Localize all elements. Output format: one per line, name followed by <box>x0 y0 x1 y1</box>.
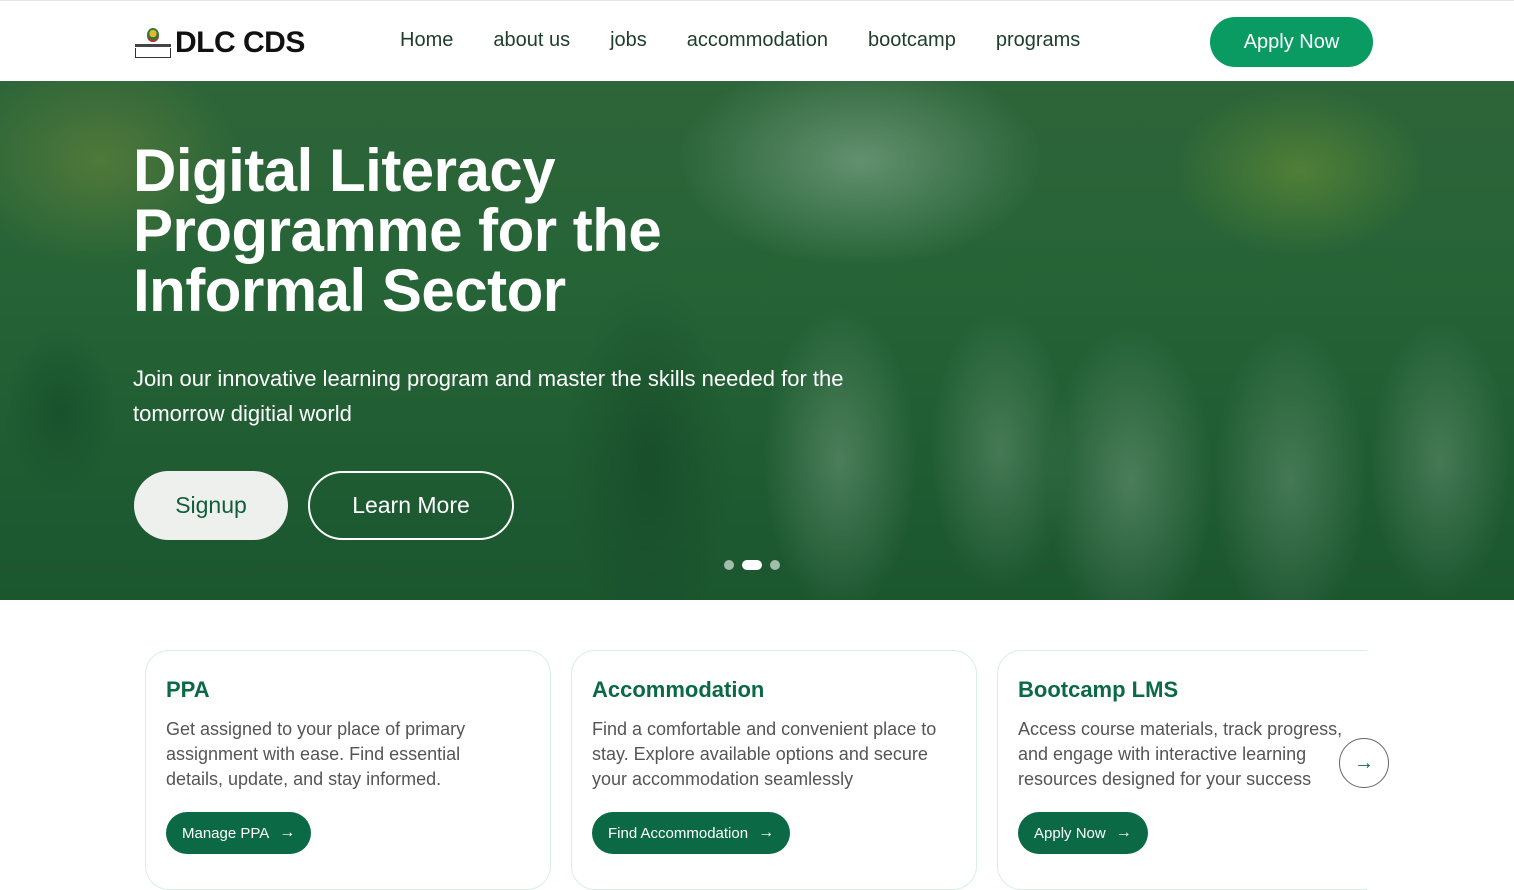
logo-emblem-icon <box>133 26 173 60</box>
card-accommodation: Accommodation Find a comfortable and con… <box>571 650 977 890</box>
button-label: Apply Now <box>1034 824 1106 842</box>
nav-link-accommodation[interactable]: accommodation <box>687 29 828 52</box>
nav-link-programs[interactable]: programs <box>996 29 1080 52</box>
card-title: Accommodation <box>592 677 765 702</box>
find-accommodation-button[interactable]: Find Accommodation → <box>592 812 791 854</box>
card-text: Access course materials, track progress,… <box>1018 719 1343 789</box>
signup-button[interactable]: Signup <box>134 471 288 540</box>
carousel-dots <box>724 560 780 570</box>
card-bootcamp-lms: Bootcamp LMS Access course materials, tr… <box>997 650 1367 890</box>
carousel-dot-3[interactable] <box>770 560 780 570</box>
arrow-right-icon: → <box>758 824 775 841</box>
top-nav: DLC CDS Home about us jobs accommodation… <box>0 0 1514 81</box>
carousel-next-button[interactable]: → <box>1339 738 1389 788</box>
apply-now-button[interactable]: Apply Now <box>1210 17 1373 67</box>
brand-name: DLC CDS <box>175 26 305 59</box>
nav-link-home[interactable]: Home <box>400 29 453 52</box>
button-label: Find Accommodation <box>608 824 749 842</box>
nav-link-jobs[interactable]: jobs <box>610 29 647 52</box>
hero-subtitle: Join our innovative learning program and… <box>133 366 844 426</box>
arrow-right-icon: → <box>279 824 296 841</box>
arrow-right-icon: → <box>1115 824 1132 841</box>
card-ppa: PPA Get assigned to your place of primar… <box>145 650 551 890</box>
card-title: Bootcamp LMS <box>1018 677 1179 702</box>
next-arrow-icon: → <box>1354 751 1374 774</box>
bootcamp-apply-now-button[interactable]: Apply Now → <box>1018 812 1148 854</box>
hero-banner: Digital Literacy Programme for the Infor… <box>0 81 1514 600</box>
hero-title: Digital Literacy Programme for the Infor… <box>133 137 662 324</box>
manage-ppa-button[interactable]: Manage PPA → <box>166 812 312 854</box>
nav-links: Home about us jobs accommodation bootcam… <box>400 29 1120 52</box>
logo[interactable]: DLC CDS <box>133 23 305 63</box>
card-text: Find a comfortable and convenient place … <box>592 719 937 789</box>
nav-link-about-us[interactable]: about us <box>493 29 570 52</box>
button-label: Manage PPA <box>182 824 270 842</box>
learn-more-button[interactable]: Learn More <box>308 471 514 540</box>
nav-link-bootcamp[interactable]: bootcamp <box>868 29 956 52</box>
carousel-dot-2[interactable] <box>742 560 762 570</box>
card-title: PPA <box>166 677 210 702</box>
card-text: Get assigned to your place of primary as… <box>166 719 466 789</box>
carousel-dot-1[interactable] <box>724 560 734 570</box>
